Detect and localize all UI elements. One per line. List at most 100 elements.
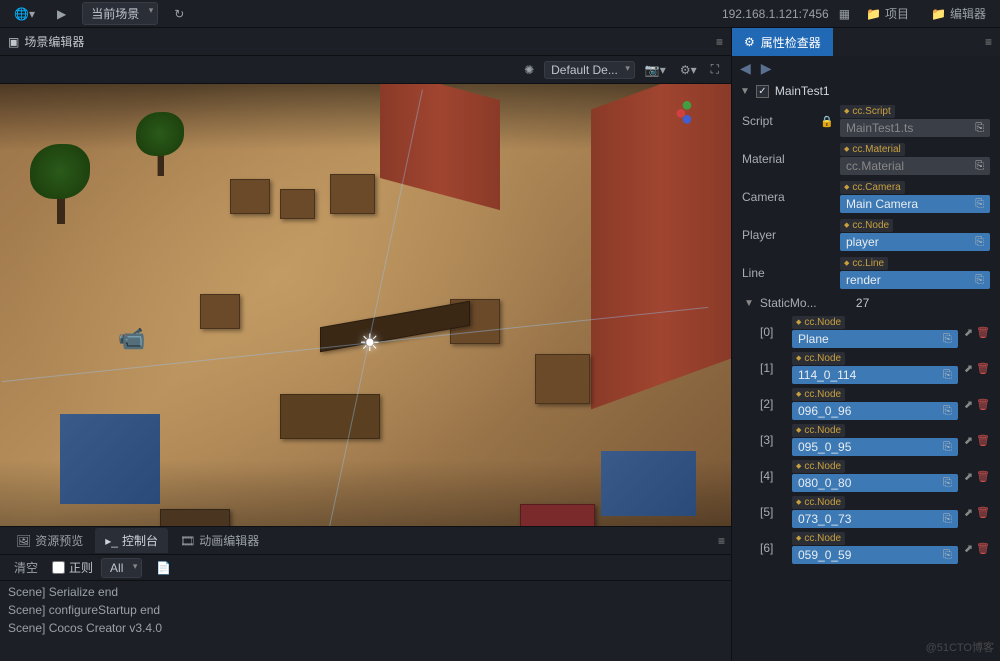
- component-header: ▼ ✓ MainTest1: [732, 80, 1000, 102]
- array-item-value[interactable]: Plane⎘: [792, 330, 958, 348]
- link-icon[interactable]: ⎘: [943, 477, 952, 490]
- array-item-value[interactable]: 080_0_80⎘: [792, 474, 958, 492]
- axis-gizmo[interactable]: ●●●: [675, 102, 711, 125]
- array-item-value[interactable]: 059_0_59⎘: [792, 546, 958, 564]
- globe-icon[interactable]: 🌐▾: [8, 4, 41, 24]
- property-row: Cameracc.CameraMain Camera⎘: [736, 178, 996, 216]
- nav-forward-icon[interactable]: ▶: [761, 60, 772, 77]
- log-filter-dropdown[interactable]: All: [101, 558, 142, 578]
- nav-back-icon[interactable]: ◀: [740, 60, 751, 77]
- delete-icon[interactable]: 🗑: [976, 398, 990, 411]
- array-item-row: [1]cc.Node114_0_114⎘⬈🗑: [736, 350, 996, 386]
- array-property-header: ▼StaticMo...27: [736, 292, 996, 314]
- lock-icon[interactable]: 🔒: [820, 115, 832, 128]
- scene-viewport[interactable]: 📹 ☀ ●●●: [0, 84, 731, 526]
- pointer-icon[interactable]: ⬈: [964, 362, 973, 375]
- pointer-icon[interactable]: ⬈: [964, 470, 973, 483]
- property-label: Material: [742, 152, 812, 166]
- type-tag: cc.Node: [792, 352, 845, 365]
- delete-icon[interactable]: 🗑: [976, 362, 990, 375]
- array-item-value[interactable]: 114_0_114⎘: [792, 366, 958, 384]
- pointer-icon[interactable]: ⬈: [964, 506, 973, 519]
- console-toolbar: 清空 正则 All 📄: [0, 555, 731, 581]
- scene-mode-dropdown[interactable]: Default De...: [544, 61, 635, 79]
- pointer-icon[interactable]: ⬈: [964, 398, 973, 411]
- capture-icon[interactable]: ⛶: [707, 60, 723, 79]
- link-icon[interactable]: ⎘: [975, 274, 984, 287]
- link-icon[interactable]: ⎘: [943, 513, 952, 526]
- light-gizmo-icon: ☀: [359, 329, 381, 358]
- link-icon[interactable]: ⎘: [943, 333, 952, 346]
- tab-console[interactable]: ▸_控制台: [95, 528, 168, 553]
- link-icon[interactable]: ⎘: [943, 405, 952, 418]
- pointer-icon[interactable]: ⬈: [964, 326, 973, 339]
- play-button[interactable]: ▶: [51, 4, 72, 24]
- editor-button[interactable]: 📁编辑器: [925, 2, 992, 25]
- chevron-down-icon[interactable]: ▼: [744, 298, 754, 309]
- link-icon[interactable]: ⎘: [943, 441, 952, 454]
- panel-menu-icon[interactable]: ≡: [716, 35, 723, 49]
- property-value[interactable]: render⎘: [840, 271, 990, 289]
- pointer-icon[interactable]: ⬈: [964, 434, 973, 447]
- link-icon[interactable]: ⎘: [943, 549, 952, 562]
- property-value[interactable]: MainTest1.ts⎘: [840, 119, 990, 137]
- scene-icon: ▣: [8, 35, 19, 49]
- array-count: 27: [856, 296, 869, 310]
- camera-gizmo-icon: 📹: [118, 326, 145, 352]
- type-tag: cc.Node: [792, 316, 845, 329]
- link-icon[interactable]: ⎘: [975, 160, 984, 173]
- cam-toggle-icon[interactable]: 📷▾: [641, 61, 670, 79]
- inspector-tabs: ⚙ 属性检查器 ≡: [732, 28, 1000, 56]
- scene-toolbar: ✺ Default De... 📷▾ ⚙▾ ⛶: [0, 56, 731, 84]
- property-value[interactable]: Main Camera⎘: [840, 195, 990, 213]
- light-icon[interactable]: ✺: [520, 61, 538, 79]
- type-tag: cc.Material: [840, 143, 905, 156]
- enable-checkbox[interactable]: ✓: [756, 85, 769, 98]
- tab-animation[interactable]: 🎞动画编辑器: [170, 528, 269, 553]
- delete-icon[interactable]: 🗑: [976, 326, 990, 339]
- gear-icon[interactable]: ⚙▾: [676, 61, 701, 79]
- link-icon[interactable]: ⎘: [975, 236, 984, 249]
- chevron-down-icon[interactable]: ▼: [740, 86, 750, 97]
- type-tag: cc.Node: [792, 424, 845, 437]
- property-value[interactable]: player⎘: [840, 233, 990, 251]
- link-icon[interactable]: ⎘: [975, 122, 984, 135]
- property-label: Player: [742, 228, 812, 242]
- delete-icon[interactable]: 🗑: [976, 470, 990, 483]
- console-log[interactable]: Scene] Serialize end Scene] configureSta…: [0, 581, 731, 661]
- scene-dropdown[interactable]: 当前场景: [82, 2, 158, 25]
- type-tag: cc.Node: [792, 460, 845, 473]
- delete-icon[interactable]: 🗑: [976, 506, 990, 519]
- type-tag: cc.Node: [792, 496, 845, 509]
- property-value[interactable]: cc.Material⎘: [840, 157, 990, 175]
- array-item-value[interactable]: 096_0_96⎘: [792, 402, 958, 420]
- inspector-panel: ⚙ 属性检查器 ≡ ◀ ▶ ▼ ✓ MainTest1 Script🔒cc.Sc…: [732, 28, 1000, 661]
- panel-menu-icon[interactable]: ≡: [718, 534, 725, 548]
- property-row: Material cc.Materialcc.Material⎘: [736, 140, 996, 178]
- copy-icon[interactable]: 📄: [150, 558, 177, 578]
- link-icon[interactable]: ⎘: [975, 198, 984, 211]
- project-button[interactable]: 📁项目: [860, 2, 915, 25]
- property-label: Line: [742, 266, 812, 280]
- property-label: Camera: [742, 190, 812, 204]
- array-index: [0]: [760, 325, 786, 339]
- type-tag: cc.Node: [840, 219, 893, 232]
- regex-checkbox[interactable]: 正则: [52, 559, 93, 576]
- delete-icon[interactable]: 🗑: [976, 434, 990, 447]
- reload-button[interactable]: ↻: [168, 4, 190, 24]
- component-name: MainTest1: [775, 84, 830, 98]
- tab-assets[interactable]: 🖼资源预览: [6, 528, 93, 553]
- delete-icon[interactable]: 🗑: [976, 542, 990, 555]
- top-toolbar: 🌐▾ ▶ 当前场景 ↻ 192.168.1.121:7456 ▦ 📁项目 📁编辑…: [0, 0, 1000, 28]
- qr-icon[interactable]: ▦: [839, 7, 850, 21]
- clear-button[interactable]: 清空: [8, 556, 44, 579]
- link-icon[interactable]: ⎘: [943, 369, 952, 382]
- scene-editor-title: ▣ 场景编辑器: [8, 33, 84, 50]
- array-item-value[interactable]: 073_0_73⎘: [792, 510, 958, 528]
- pointer-icon[interactable]: ⬈: [964, 542, 973, 555]
- array-item-value[interactable]: 095_0_95⎘: [792, 438, 958, 456]
- inspector-tab[interactable]: ⚙ 属性检查器: [732, 28, 833, 56]
- array-item-row: [2]cc.Node096_0_96⎘⬈🗑: [736, 386, 996, 422]
- panel-menu-icon[interactable]: ≡: [977, 35, 1000, 49]
- type-tag: cc.Line: [840, 257, 888, 270]
